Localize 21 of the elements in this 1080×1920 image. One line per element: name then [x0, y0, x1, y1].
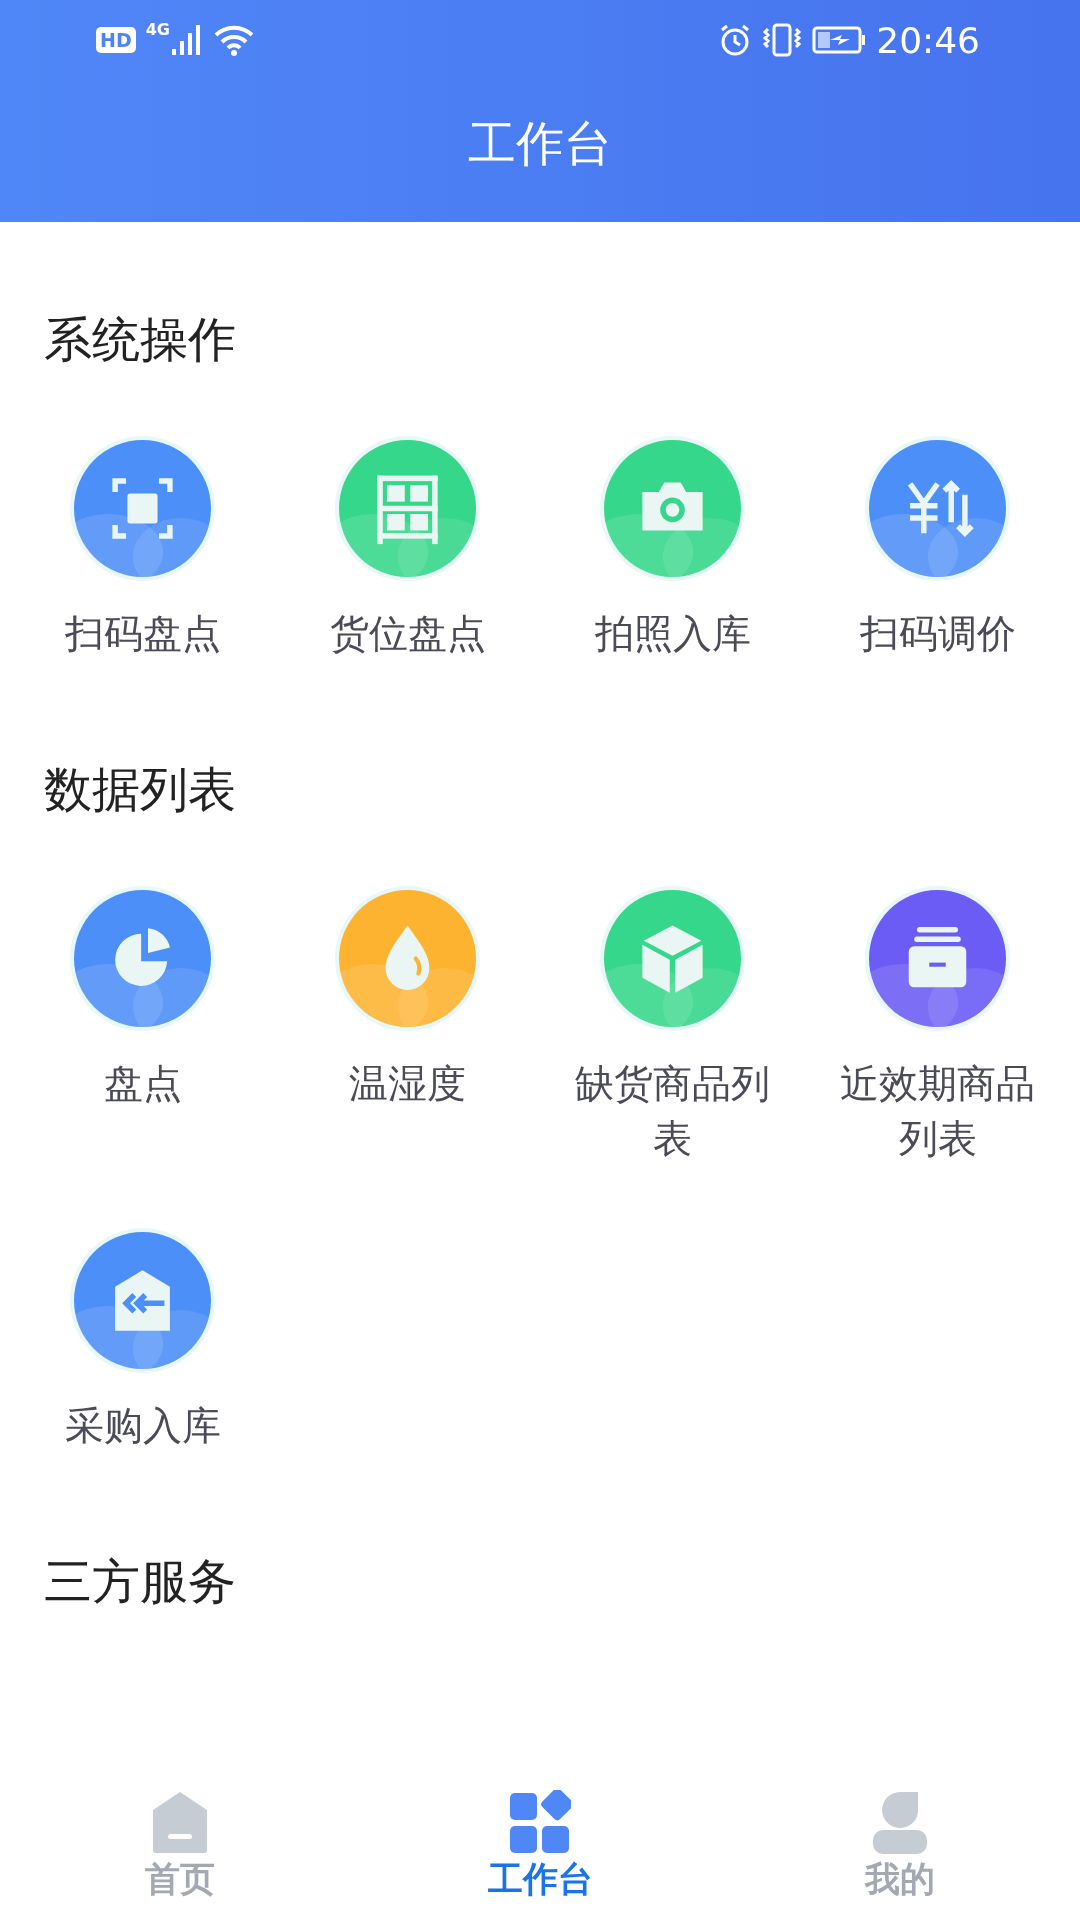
feature-label[interactable]: 扫码盘点 — [64, 606, 221, 661]
clock-time: 20:46 — [876, 19, 980, 61]
feature-label[interactable]: 近效期商品列表 — [832, 1056, 1043, 1166]
grid-icon — [509, 1790, 571, 1854]
vibrate-icon — [762, 23, 803, 57]
wifi-icon — [213, 24, 254, 56]
battery-icon — [812, 26, 867, 54]
feature-label[interactable]: 温湿度 — [349, 1056, 466, 1111]
page-title: 工作台 — [467, 114, 613, 173]
network-label: 4G — [145, 20, 170, 39]
feature-label[interactable]: 采购入库 — [64, 1398, 221, 1453]
section-title: 三方服务 — [43, 1552, 237, 1611]
feature-label[interactable]: 货位盘点 — [329, 606, 486, 661]
feature-label[interactable]: 扫码调价 — [859, 606, 1016, 661]
feature-label[interactable]: 盘点 — [103, 1056, 182, 1111]
section-title: 数据列表 — [43, 760, 237, 819]
hd-badge: HD — [96, 27, 136, 53]
feature-label[interactable]: 拍照入库 — [594, 606, 751, 661]
nav-tab[interactable]: 工作台 — [487, 1856, 593, 1903]
section-title: 系统操作 — [43, 310, 237, 369]
feature-label[interactable]: 缺货商品列表 — [567, 1056, 778, 1166]
